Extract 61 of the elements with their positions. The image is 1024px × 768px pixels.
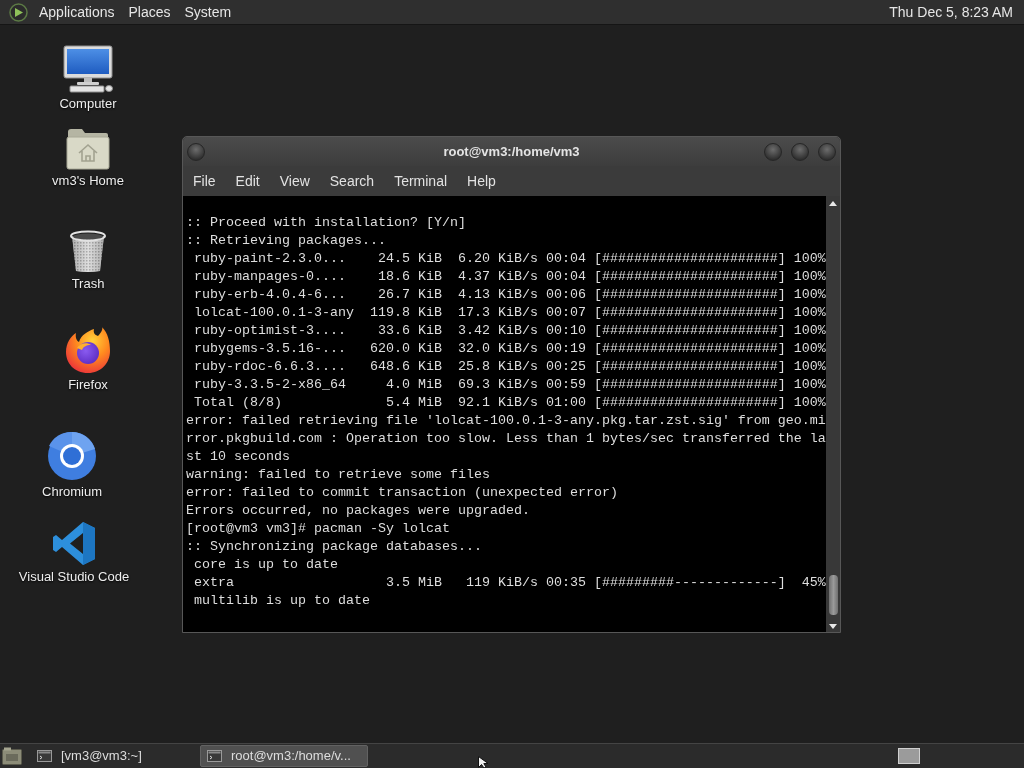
- terminal-line: rubygems-3.5.16-... 620.0 KiB 32.0 KiB/s 00:19 [######################] 100%: [193, 340, 826, 358]
- logo-menu-icon[interactable]: [9, 2, 28, 22]
- desktop-icon-label[interactable]: Computer: [57, 96, 119, 112]
- terminal-line: warning: failed to retrieve some files: [186, 466, 490, 484]
- panel-menu[interactable]: Applications: [32, 1, 122, 23]
- desktop-icon-label[interactable]: Trash: [69, 276, 107, 292]
- desktop-icon-label[interactable]: Firefox: [66, 377, 110, 393]
- terminal-line: ruby-rdoc-6.6.3.... 648.6 KiB 25.8 KiB/s 00:25 [######################] 100%: [193, 358, 826, 376]
- window-button[interactable]: [791, 142, 809, 161]
- terminal-line: ruby-optimist-3.... 33.6 KiB 3.42 KiB/s 00:10 [######################] 100%: [193, 322, 826, 340]
- scrollbar-thumb[interactable]: [828, 575, 838, 615]
- terminal-line: Errors occurred, no packages were upgraded.: [186, 502, 530, 520]
- home-folder-icon[interactable]: [66, 128, 110, 170]
- terminal-line: ruby-erb-4.0.4-6... 26.7 KiB 4.13 KiB/s 00:06 [######################] 100%: [193, 286, 826, 304]
- menu-item[interactable]: Search: [319, 166, 385, 196]
- ribbon-logo-icon[interactable]: [52, 521, 96, 566]
- show-desktop-icon[interactable]: [2, 747, 22, 765]
- terminal-line: multilib is up to date: [193, 592, 370, 610]
- terminal-icon: [37, 750, 52, 762]
- terminal-line: ruby-paint-2.3.0... 24.5 KiB 6.20 KiB/s 00:04 [######################] 100%: [193, 250, 826, 268]
- terminal-line: error: failed retrieving file 'lolcat-100.0.1-3-any.pkg.tar.zst.sig' from geo.mi: [186, 412, 826, 430]
- scroll-down-icon[interactable]: [829, 624, 837, 629]
- ring-logo-icon[interactable]: [47, 431, 97, 481]
- terminal-line: Total (8/8) 5.4 MiB 92.1 KiB/s 01:00 [######################] 100%: [193, 394, 826, 412]
- task-label: [vm3@vm3:~]: [61, 747, 142, 766]
- fox-globe-icon[interactable]: [65, 326, 111, 374]
- scroll-up-icon[interactable]: [829, 201, 837, 206]
- window-button[interactable]: [818, 142, 836, 161]
- desktop-icon-label[interactable]: vm3's Home: [50, 173, 126, 189]
- terminal-line: extra 3.5 MiB 119 KiB/s 00:35 [#########-------------] 45%: [193, 574, 826, 592]
- terminal-line: ruby-3.3.5-2-x86_64 4.0 MiB 69.3 KiB/s 00:59 [######################] 100%: [193, 376, 826, 394]
- taskbar-button[interactable]: [vm3@vm3:~]: [30, 745, 196, 767]
- task-label: root@vm3:/home/v...: [231, 747, 351, 766]
- terminal-line: error: failed to commit transaction (unexpected error): [186, 484, 618, 502]
- terminal-line: lolcat-100.0.1-3-any 119.8 KiB 17.3 KiB/s 00:07 [######################] 100%: [193, 304, 826, 322]
- menu-item[interactable]: Help: [457, 166, 506, 196]
- terminal-line: rror.pkgbuild.com : Operation too slow. Less than 1 bytes/sec transferred the la: [186, 430, 826, 448]
- terminal-line: st 10 seconds: [186, 448, 290, 466]
- mouse-pointer-icon: [478, 756, 489, 768]
- desktop-icon-label[interactable]: Chromium: [40, 484, 104, 500]
- window-button[interactable]: [764, 142, 782, 161]
- terminal-line: core is up to date: [193, 556, 338, 574]
- panel-menu[interactable]: System: [177, 1, 239, 23]
- panel-menu[interactable]: Places: [121, 1, 178, 23]
- menu-item[interactable]: Terminal: [384, 166, 458, 196]
- menu-item[interactable]: File: [183, 166, 226, 196]
- taskbar-button[interactable]: root@vm3:/home/v...: [200, 745, 368, 767]
- clock[interactable]: Thu Dec 5, 8:23 AM: [882, 1, 1020, 23]
- terminal-line: :: Retrieving packages...: [186, 232, 386, 250]
- terminal-icon: [207, 750, 222, 762]
- window-title: root@vm3:/home/vm3: [443, 142, 580, 161]
- terminal-line: :: Synchronizing package databases...: [186, 538, 482, 556]
- terminal-line: :: Proceed with installation? [Y/n]: [186, 214, 466, 232]
- menu-item[interactable]: Edit: [225, 166, 270, 196]
- menu-item[interactable]: View: [269, 166, 320, 196]
- terminal-line: ruby-manpages-0.... 18.6 KiB 4.37 KiB/s 00:04 [######################] 100%: [193, 268, 826, 286]
- window-button[interactable]: [187, 142, 205, 161]
- trash-can-icon[interactable]: [68, 230, 108, 273]
- terminal-line: [root@vm3 vm3]# pacman -Sy lolcat: [186, 520, 450, 538]
- monitor-icon[interactable]: [62, 45, 114, 93]
- desktop-icon-label[interactable]: Visual Studio Code: [16, 569, 132, 585]
